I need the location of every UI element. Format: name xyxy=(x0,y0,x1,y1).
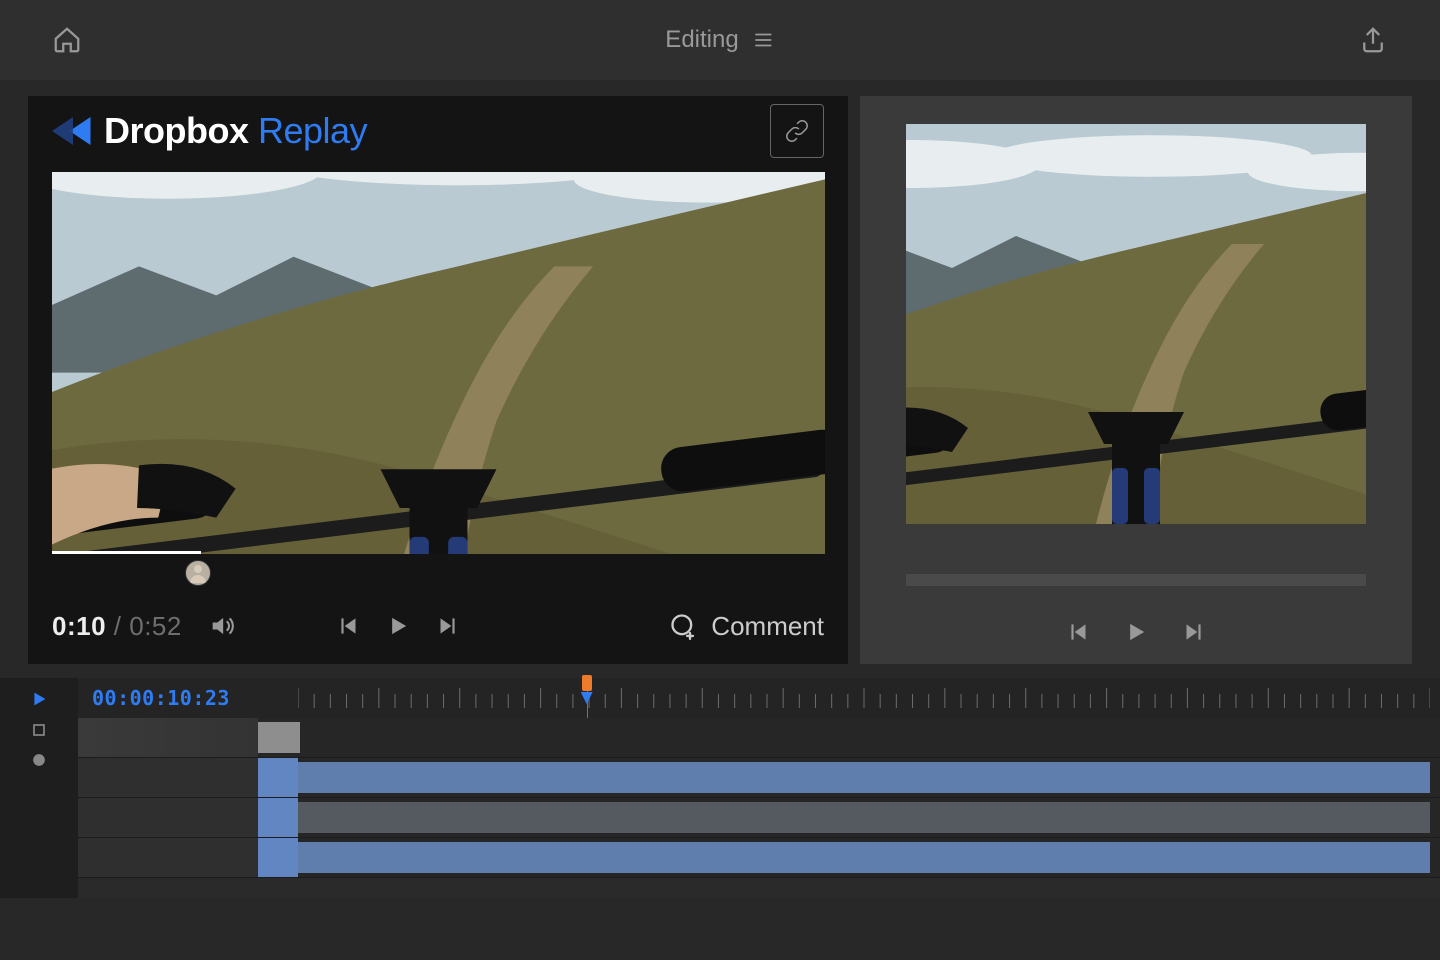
preview-scrubber[interactable] xyxy=(906,574,1366,586)
track-head xyxy=(78,838,258,877)
menu-icon xyxy=(753,29,775,51)
main-row: Dropbox Replay 0:10 / 0:52 xyxy=(0,96,1440,664)
home-button[interactable] xyxy=(52,25,82,55)
comment-label: Comment xyxy=(711,611,824,642)
product-text: Replay xyxy=(258,110,367,151)
home-icon xyxy=(52,25,82,55)
step-back-icon xyxy=(336,613,362,639)
copy-link-button[interactable] xyxy=(770,104,824,158)
play-icon xyxy=(384,612,412,640)
clip[interactable] xyxy=(298,842,1430,873)
step-back-icon xyxy=(1066,619,1092,645)
timeline: 00:00:10:23 xyxy=(0,678,1440,898)
preview-controls xyxy=(1066,618,1206,646)
scrub-progress xyxy=(52,551,201,554)
video-frame-image xyxy=(52,172,825,554)
link-icon xyxy=(782,116,812,146)
current-time: 0:10 xyxy=(52,611,106,641)
preview-frame-image xyxy=(906,124,1366,524)
add-comment-icon xyxy=(669,612,697,640)
clip-head xyxy=(258,758,298,797)
commenter-avatar[interactable] xyxy=(185,560,211,586)
timeline-stop-button[interactable] xyxy=(29,720,49,740)
clip[interactable] xyxy=(298,762,1430,793)
preview-video[interactable] xyxy=(906,124,1366,524)
video-scrubber[interactable] xyxy=(52,551,825,554)
mode-label: Editing xyxy=(665,26,738,54)
comment-markers-row xyxy=(52,560,825,594)
timeline-record-icon xyxy=(29,750,49,770)
replay-controls: 0:10 / 0:52 Comment xyxy=(28,594,848,658)
share-icon xyxy=(1358,25,1388,55)
track-head xyxy=(78,758,258,797)
preview-panel xyxy=(860,96,1412,664)
step-forward-icon xyxy=(1180,619,1206,645)
time-display: 0:10 / 0:52 xyxy=(52,611,182,642)
ruler-ticks xyxy=(298,678,1430,718)
replay-header: Dropbox Replay xyxy=(28,96,848,166)
replay-logo: Dropbox Replay xyxy=(52,110,367,152)
timeline-play-button[interactable] xyxy=(28,688,50,710)
duration: 0:52 xyxy=(129,611,182,641)
timeline-sidebar xyxy=(0,678,78,898)
add-comment-button[interactable]: Comment xyxy=(669,611,824,642)
play-button[interactable] xyxy=(384,612,412,640)
timeline-record-button[interactable] xyxy=(29,750,49,770)
clip[interactable] xyxy=(298,802,1430,833)
replay-logo-icon xyxy=(52,110,94,152)
top-bar: Editing xyxy=(0,0,1440,80)
timeline-tracks xyxy=(78,718,1440,898)
brand-text: Dropbox xyxy=(104,110,249,151)
clip-head xyxy=(258,798,298,837)
play-icon xyxy=(1122,618,1150,646)
timeline-ruler[interactable]: 00:00:10:23 xyxy=(78,678,1440,718)
step-forward-icon xyxy=(434,613,460,639)
track-row-4[interactable] xyxy=(78,838,1440,878)
timeline-stop-icon xyxy=(29,720,49,740)
preview-step-forward-button[interactable] xyxy=(1180,619,1206,645)
step-back-button[interactable] xyxy=(336,613,362,639)
preview-step-back-button[interactable] xyxy=(1066,619,1092,645)
track-head xyxy=(78,718,258,757)
main-video[interactable] xyxy=(52,172,825,554)
volume-icon xyxy=(208,612,236,640)
replay-title: Dropbox Replay xyxy=(104,110,367,152)
time-sep: / xyxy=(114,611,129,641)
track-head xyxy=(78,798,258,837)
replay-panel: Dropbox Replay 0:10 / 0:52 xyxy=(28,96,848,664)
playhead-in-marker xyxy=(582,675,592,691)
preview-play-button[interactable] xyxy=(1122,618,1150,646)
track-row-3[interactable] xyxy=(78,798,1440,838)
clip-head xyxy=(258,838,298,877)
track-row-1[interactable] xyxy=(78,718,1440,758)
step-forward-button[interactable] xyxy=(434,613,460,639)
track-row-2[interactable] xyxy=(78,758,1440,798)
avatar-icon xyxy=(186,561,210,585)
mode-dropdown[interactable]: Editing xyxy=(665,26,774,54)
timeline-play-icon xyxy=(28,688,50,710)
volume-button[interactable] xyxy=(208,612,236,640)
timeline-timecode: 00:00:10:23 xyxy=(92,688,230,708)
clip-stub[interactable] xyxy=(258,722,300,753)
share-button[interactable] xyxy=(1358,25,1388,55)
timeline-body: 00:00:10:23 xyxy=(78,678,1440,898)
